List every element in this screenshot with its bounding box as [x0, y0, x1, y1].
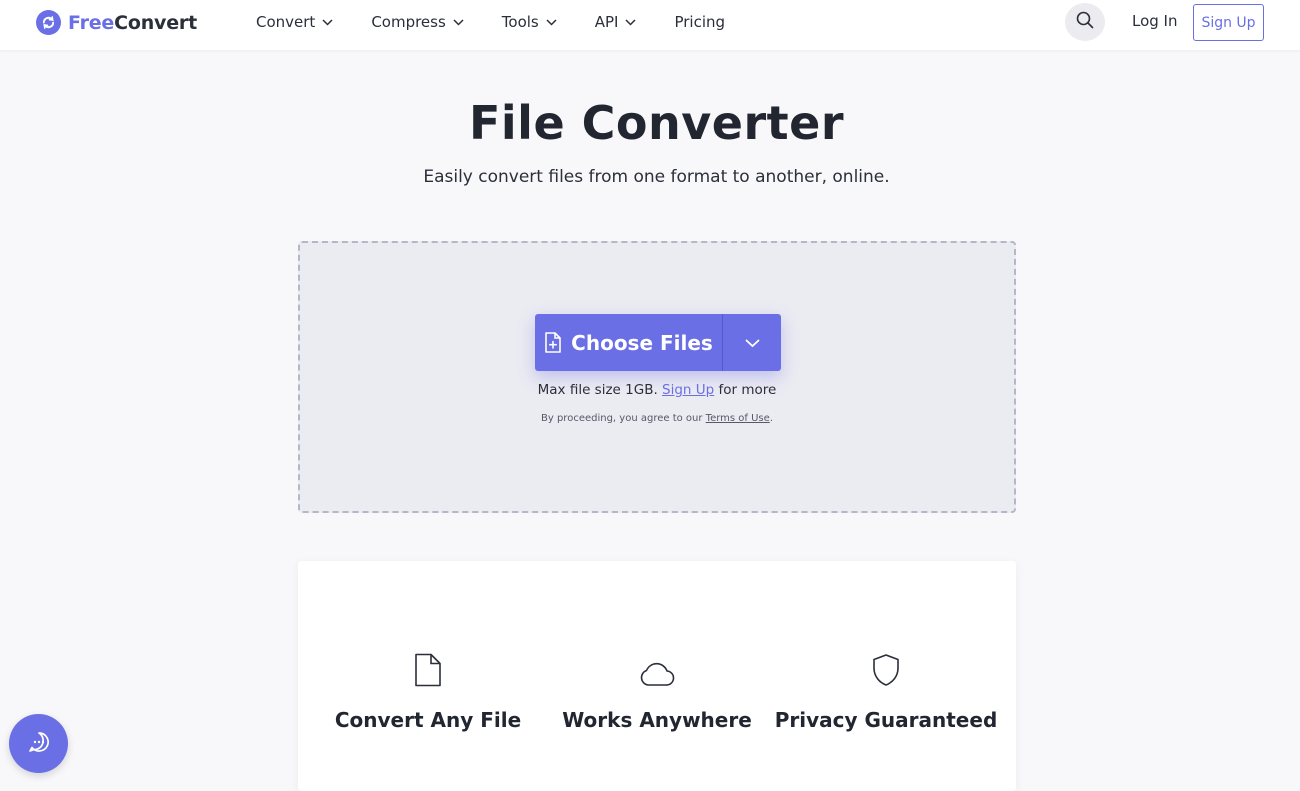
max-size-text: Max file size 1GB. [537, 382, 658, 398]
logo-text-convert: Convert [114, 11, 197, 34]
choose-files-group: Choose Files [535, 314, 781, 371]
chat-bubble-icon [27, 730, 51, 758]
feature-convert-any-file: Convert Any File [313, 651, 543, 733]
top-header: FreeConvert Convert Compress Tools API P… [0, 0, 1300, 50]
logo-text-free: Free [68, 11, 115, 34]
page-title: File Converter [468, 96, 845, 150]
feature-title: Convert Any File [334, 708, 522, 732]
terms-suffix: . [769, 413, 773, 424]
nav-convert-label: Convert [256, 13, 316, 31]
search-icon [1076, 11, 1094, 33]
terms-note: By proceeding, you agree to our Terms of… [300, 413, 1014, 424]
nav-api-label: API [594, 13, 619, 31]
choose-files-button[interactable]: Choose Files [535, 314, 722, 371]
file-dropzone[interactable]: Choose Files Max file size 1GB. Sign Up … [298, 241, 1016, 513]
choose-source-dropdown[interactable] [723, 314, 781, 371]
signup-button[interactable]: Sign Up [1193, 4, 1264, 41]
choose-files-label: Choose Files [571, 330, 713, 355]
file-plus-icon [544, 332, 562, 353]
terms-prefix: By proceeding, you agree to our [541, 413, 703, 424]
nav-compress-label: Compress [371, 13, 446, 31]
feature-works-anywhere: Works Anywhere [542, 651, 772, 733]
feature-privacy-guaranteed: Privacy Guaranteed [771, 651, 1001, 733]
logo-text: FreeConvert [68, 12, 197, 34]
nav-api[interactable]: API [595, 13, 637, 31]
features-card: Convert Any File Works Anywhere Privacy … [298, 561, 1016, 791]
terms-of-use-link[interactable]: Terms of Use [706, 413, 770, 424]
cloud-icon [542, 651, 772, 687]
logo[interactable]: FreeConvert [36, 10, 197, 35]
chevron-down-icon [625, 18, 637, 26]
nav-convert[interactable]: Convert [256, 13, 333, 31]
nav-pricing[interactable]: Pricing [674, 13, 725, 31]
chevron-down-icon [745, 333, 760, 352]
chevron-down-icon [453, 18, 464, 26]
page-subtitle: Easily convert files from one format to … [423, 167, 890, 187]
nav-tools-label: Tools [501, 13, 539, 31]
max-file-size-note: Max file size 1GB. Sign Up for more [300, 382, 1014, 398]
main-nav: Convert Compress Tools API Pricing [256, 0, 763, 44]
file-icon [313, 651, 543, 687]
login-link[interactable]: Log In [1132, 12, 1178, 30]
nav-compress[interactable]: Compress [371, 13, 464, 31]
chat-button[interactable] [9, 714, 68, 773]
nav-tools[interactable]: Tools [502, 13, 557, 31]
search-button[interactable] [1065, 3, 1105, 41]
chevron-down-icon [322, 18, 333, 26]
logo-icon [36, 10, 61, 35]
nav-pricing-label: Pricing [674, 13, 726, 31]
chevron-down-icon [546, 18, 557, 26]
signup-link[interactable]: Sign Up [662, 382, 714, 398]
feature-title: Privacy Guaranteed [774, 708, 998, 732]
shield-icon [771, 651, 1001, 687]
feature-title: Works Anywhere [562, 708, 752, 732]
max-size-suffix: for more [718, 382, 777, 398]
